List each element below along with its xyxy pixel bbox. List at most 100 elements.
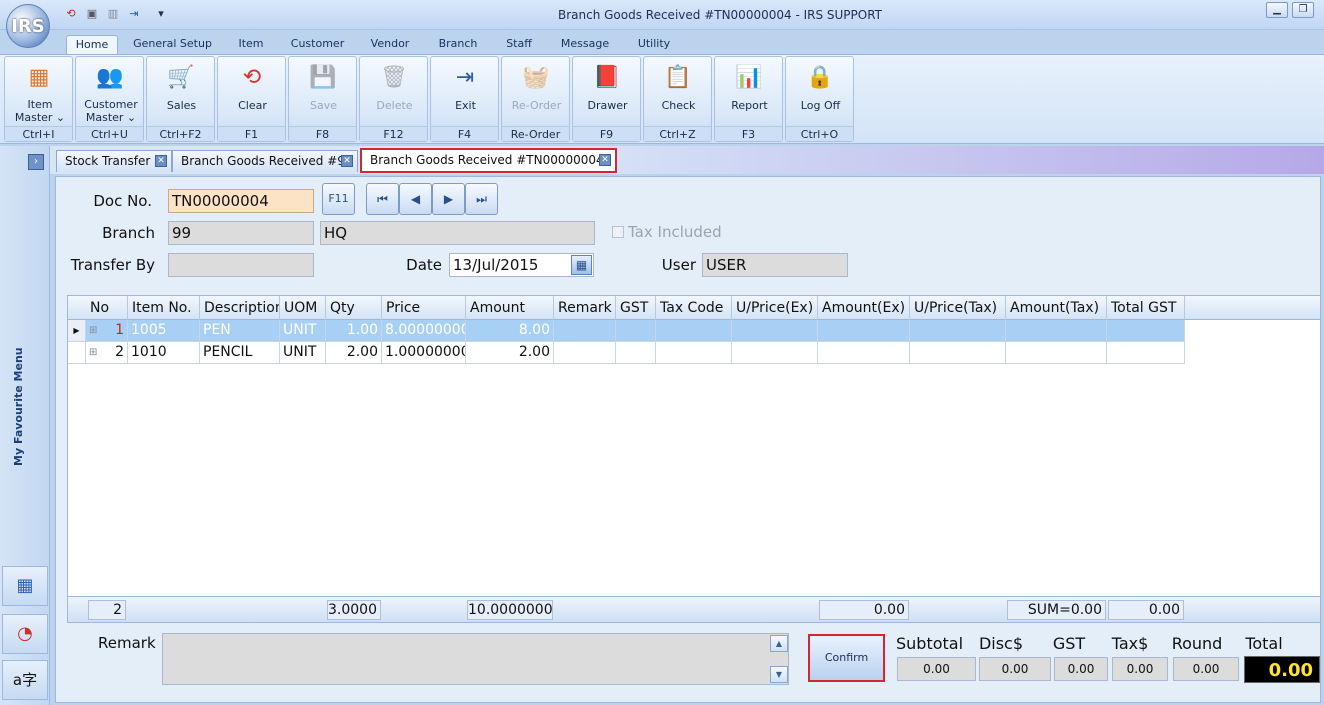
scroll-down-icon[interactable]: ▼ (770, 666, 788, 683)
column-header[interactable]: Remark (554, 296, 616, 320)
column-header[interactable]: U/Price(Ex) (732, 296, 818, 320)
total-gst-cell (1107, 342, 1185, 364)
price-cell[interactable]: 8.00000000 (382, 320, 466, 342)
expand-icon[interactable]: ⊞ (89, 320, 97, 341)
ribbon-button-report[interactable]: 📊 Report F3 (714, 56, 783, 142)
column-header[interactable]: Qty (326, 296, 382, 320)
column-header[interactable]: GST (616, 296, 656, 320)
column-header[interactable]: Amount (466, 296, 554, 320)
column-header[interactable]: UOM (280, 296, 326, 320)
modules-icon[interactable]: ▦ (2, 566, 48, 606)
qty-cell[interactable]: 2.00 (326, 342, 382, 364)
table-row[interactable]: ⊞ 2 1010 PENCIL UNIT 2.00 1.00000000 2.00 (68, 342, 1320, 364)
column-header[interactable]: Price (382, 296, 466, 320)
item-no-cell[interactable]: 1010 (128, 342, 200, 364)
column-header[interactable]: Item No. (128, 296, 200, 320)
tab-branch-goods-tn00000004[interactable]: Branch Goods Received #TN00000004 ✕ (360, 148, 617, 173)
remark-textarea[interactable] (162, 633, 789, 685)
amount-tax-cell (1006, 342, 1107, 364)
tax-code-cell[interactable] (656, 342, 732, 364)
tab-stock-transfer[interactable]: Stock Transfer ✕ (56, 150, 172, 172)
total-gst-cell (1107, 320, 1185, 342)
ribbon-tab-vendor[interactable]: Vendor (364, 35, 416, 54)
gst-cell[interactable] (616, 342, 656, 364)
table-row[interactable]: ▶ ⊞ 1 1005 PEN UNIT 1.00 8.00000000 8.00 (68, 320, 1320, 342)
last-record-icon[interactable]: ⏭ (465, 183, 498, 215)
exit-icon[interactable]: ⇥ (126, 6, 142, 22)
ribbon-button-save[interactable]: 💾 Save F8 (288, 56, 357, 142)
remark-cell[interactable] (554, 320, 616, 342)
doc-no-field[interactable]: TN00000004 (168, 189, 314, 213)
ribbon-tab-staff[interactable]: Staff (498, 35, 540, 54)
save-icon[interactable]: ▣ (84, 6, 100, 22)
description-cell[interactable]: PENCIL (200, 342, 280, 364)
branch-code-field[interactable]: 99 (168, 221, 314, 245)
close-icon[interactable]: ✕ (599, 154, 611, 166)
ribbon-tab-utility[interactable]: Utility (630, 35, 678, 54)
uom-cell[interactable]: UNIT (280, 342, 326, 364)
close-icon[interactable]: ✕ (155, 155, 167, 167)
qty-cell[interactable]: 1.00 (326, 320, 382, 342)
favourite-sidebar: › My Favourite Menu ▦ ◔ a字 (0, 146, 50, 705)
remark-cell[interactable] (554, 342, 616, 364)
minimize-button[interactable]: ▁ (1266, 2, 1288, 18)
row-selector-icon[interactable]: ▶ (68, 320, 86, 342)
ribbon-button-customer-master[interactable]: 👥 Customer Master ⌄ Ctrl+U (75, 56, 144, 142)
ribbon-button-delete[interactable]: 🗑 Delete F12 (359, 56, 428, 142)
price-cell[interactable]: 1.00000000 (382, 342, 466, 364)
calendar-icon[interactable]: ▦ (571, 255, 592, 275)
description-cell[interactable]: PEN (200, 320, 280, 342)
app-orb-button[interactable]: IRS (6, 4, 50, 48)
ribbon-tab-item[interactable]: Item (230, 35, 272, 54)
ribbon-button-label: Clear (238, 99, 267, 112)
ribbon-button-sales[interactable]: 🛒 Sales Ctrl+F2 (146, 56, 215, 142)
first-record-icon[interactable]: ⏮ (366, 183, 399, 215)
transfer-by-field[interactable] (168, 253, 314, 277)
ribbon-button-check[interactable]: 📋 Check Ctrl+Z (643, 56, 712, 142)
amount-ex-cell (818, 342, 910, 364)
column-header[interactable]: Amount(Tax) (1006, 296, 1107, 320)
item-no-cell[interactable]: 1005 (128, 320, 200, 342)
sidebar-expand-button[interactable]: › (28, 154, 44, 170)
column-header[interactable]: Amount(Ex) (818, 296, 910, 320)
remark-label: Remark (98, 634, 156, 652)
f11-button[interactable]: F11 (322, 183, 355, 215)
ribbon-tab-message[interactable]: Message (555, 35, 615, 54)
column-header[interactable]: Description (200, 296, 280, 320)
ribbon-tab-customer[interactable]: Customer (285, 35, 350, 54)
column-header[interactable]: Total GST (1107, 296, 1185, 320)
language-icon[interactable]: a字 (2, 660, 48, 700)
confirm-button[interactable]: Confirm (808, 634, 885, 682)
ribbon-tab-home[interactable]: Home (66, 35, 118, 54)
ribbon-tab-branch[interactable]: Branch (432, 35, 484, 54)
ribbon-button-item-master[interactable]: ▦ Item Master ⌄ Ctrl+I (4, 56, 73, 142)
restore-button[interactable]: ❐ (1292, 2, 1314, 18)
ribbon-tab-general-setup[interactable]: General Setup (130, 35, 215, 54)
customize-arrow-icon[interactable]: ▾ (153, 6, 169, 22)
tax-code-cell[interactable] (656, 320, 732, 342)
ribbon-button-re-order[interactable]: 🧺 Re-Order Re-Order (501, 56, 570, 142)
column-header[interactable]: Tax Code (656, 296, 732, 320)
column-header[interactable]: No (86, 296, 128, 320)
refresh-icon[interactable]: ⟲ (63, 6, 79, 22)
next-record-icon[interactable]: ▶ (432, 183, 465, 215)
ribbon-button-exit[interactable]: ⇥ Exit F4 (430, 56, 499, 142)
row-selector[interactable] (68, 342, 86, 364)
favourite-menu-title[interactable]: My Favourite Menu (12, 246, 25, 466)
tax-included-checkbox[interactable] (612, 226, 624, 238)
ribbon-button-log-off[interactable]: 🔒 Log Off Ctrl+O (785, 56, 854, 142)
column-header[interactable]: U/Price(Tax) (910, 296, 1006, 320)
trash-icon[interactable]: ▥ (105, 6, 121, 22)
uom-cell[interactable]: UNIT (280, 320, 326, 342)
tab-branch-goods-99[interactable]: Branch Goods Received #99 ✕ (172, 150, 358, 172)
scroll-up-icon[interactable]: ▲ (770, 635, 788, 652)
prev-record-icon[interactable]: ◀ (399, 183, 432, 215)
expand-icon[interactable]: ⊞ (89, 342, 97, 363)
ribbon-button-drawer[interactable]: 📕 Drawer F9 (572, 56, 641, 142)
ribbon-button-clear[interactable]: ⟲ Clear F1 (217, 56, 286, 142)
close-icon[interactable]: ✕ (341, 155, 353, 167)
gst-cell[interactable] (616, 320, 656, 342)
shortcut-key-label: F8 (289, 126, 356, 141)
subtotal-label: Subtotal (896, 634, 964, 653)
chart-fan-icon[interactable]: ◔ (2, 614, 48, 654)
